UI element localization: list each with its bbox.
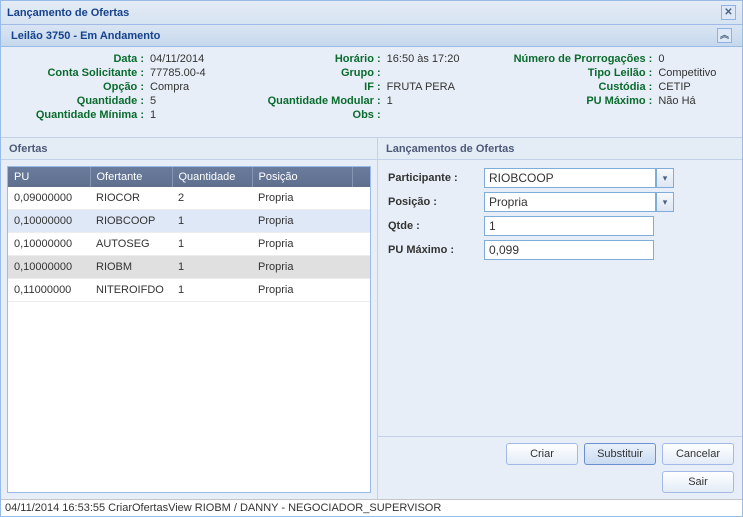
- substituir-button[interactable]: Substituir: [584, 443, 656, 465]
- status-bar: 04/11/2014 16:53:55 CriarOfertasView RIO…: [1, 499, 742, 516]
- ofertas-panel: Ofertas PU Ofertante Quantidade Posição …: [1, 137, 378, 499]
- col-spacer: [352, 167, 370, 187]
- table-row[interactable]: 0,09000000RIOCOR2Propria: [8, 187, 370, 210]
- posicao-dropdown-icon[interactable]: ▾: [656, 192, 674, 212]
- close-icon[interactable]: ✕: [721, 5, 736, 20]
- value-conta: 77785.00-4: [148, 67, 247, 79]
- label-participante: Participante :: [388, 172, 484, 184]
- cell-quantidade: 1: [172, 210, 252, 233]
- criar-button[interactable]: Criar: [506, 443, 578, 465]
- table-row[interactable]: 0,11000000NITEROIFDO1Propria: [8, 279, 370, 302]
- label-tipo: Tipo Leilão :: [496, 67, 656, 79]
- label-prorrog: Número de Prorrogações :: [496, 53, 656, 65]
- label-qtde: Qtde :: [388, 220, 484, 232]
- table-header-row: PU Ofertante Quantidade Posição: [8, 167, 370, 187]
- value-qtdmod: 1: [385, 95, 489, 107]
- value-qtdmin: 1: [148, 109, 247, 121]
- value-custodia: CETIP: [656, 81, 730, 93]
- pumax-input[interactable]: [484, 240, 654, 260]
- cell-posicao: Propria: [252, 279, 352, 302]
- sub-title: Leilão 3750 - Em Andamento: [11, 30, 160, 42]
- col-quantidade[interactable]: Quantidade: [172, 167, 252, 187]
- label-pumax-form: PU Máximo :: [388, 244, 484, 256]
- dialog-window: Lançamento de Ofertas ✕ Leilão 3750 - Em…: [0, 0, 743, 517]
- form-area: Participante : ▾ Posição : ▾ Qtde :: [378, 160, 742, 272]
- cancelar-button[interactable]: Cancelar: [662, 443, 734, 465]
- cell-posicao: Propria: [252, 187, 352, 210]
- cell-pu: 0,10000000: [8, 256, 90, 279]
- cell-quantidade: 1: [172, 279, 252, 302]
- value-horario: 16:50 às 17:20: [385, 53, 489, 65]
- cell-quantidade: 1: [172, 256, 252, 279]
- button-bar: Criar Substituir Cancelar: [378, 436, 742, 471]
- ofertas-title: Ofertas: [1, 138, 377, 160]
- lancamentos-panel: Lançamentos de Ofertas Participante : ▾ …: [378, 137, 742, 499]
- cell-ofertante: RIOBCOOP: [90, 210, 172, 233]
- posicao-input[interactable]: [484, 192, 656, 212]
- title-bar: Lançamento de Ofertas ✕: [1, 1, 742, 25]
- label-qtdmod: Quantidade Modular :: [255, 95, 385, 107]
- table-row[interactable]: 0,10000000RIOBM1Propria: [8, 256, 370, 279]
- cell-quantidade: 1: [172, 233, 252, 256]
- col-pu[interactable]: PU: [8, 167, 90, 187]
- label-conta: Conta Solicitante :: [13, 67, 148, 79]
- value-tipo: Competitivo: [656, 67, 730, 79]
- col-ofertante[interactable]: Ofertante: [90, 167, 172, 187]
- participante-dropdown-icon[interactable]: ▾: [656, 168, 674, 188]
- label-data: Data :: [13, 53, 148, 65]
- value-obs: [385, 109, 489, 121]
- value-opcao: Compra: [148, 81, 247, 93]
- cell-pu: 0,10000000: [8, 233, 90, 256]
- cell-ofertante: AUTOSEG: [90, 233, 172, 256]
- value-if: FRUTA PERA: [385, 81, 489, 93]
- cell-posicao: Propria: [252, 210, 352, 233]
- mid-area: Ofertas PU Ofertante Quantidade Posição …: [1, 137, 742, 499]
- info-panel: Data :04/11/2014 Horário :16:50 às 17:20…: [1, 47, 742, 137]
- label-custodia: Custódia :: [496, 81, 656, 93]
- window-title: Lançamento de Ofertas: [7, 7, 129, 19]
- value-grupo: [385, 67, 489, 79]
- label-horario: Horário :: [255, 53, 385, 65]
- label-if: IF :: [255, 81, 385, 93]
- sair-button[interactable]: Sair: [662, 471, 734, 493]
- cell-pu: 0,11000000: [8, 279, 90, 302]
- value-prorrog: 0: [656, 53, 730, 65]
- label-obs: Obs :: [255, 109, 385, 121]
- cell-ofertante: NITEROIFDO: [90, 279, 172, 302]
- cell-posicao: Propria: [252, 233, 352, 256]
- value-qtd: 5: [148, 95, 247, 107]
- ofertas-grid: PU Ofertante Quantidade Posição 0,090000…: [7, 166, 371, 493]
- label-grupo: Grupo :: [255, 67, 385, 79]
- lancamentos-title: Lançamentos de Ofertas: [378, 138, 742, 160]
- cell-ofertante: RIOBM: [90, 256, 172, 279]
- value-pumax: Não Há: [656, 95, 730, 107]
- participante-input[interactable]: [484, 168, 656, 188]
- cell-posicao: Propria: [252, 256, 352, 279]
- sub-header: Leilão 3750 - Em Andamento ︽: [1, 25, 742, 47]
- qtde-input[interactable]: [484, 216, 654, 236]
- col-posicao[interactable]: Posição: [252, 167, 352, 187]
- table-row[interactable]: 0,10000000AUTOSEG1Propria: [8, 233, 370, 256]
- value-data: 04/11/2014: [148, 53, 247, 65]
- label-qtd: Quantidade :: [13, 95, 148, 107]
- label-opcao: Opção :: [13, 81, 148, 93]
- collapse-icon[interactable]: ︽: [717, 28, 732, 43]
- cell-pu: 0,10000000: [8, 210, 90, 233]
- label-pumax: PU Máximo :: [496, 95, 656, 107]
- cell-quantidade: 2: [172, 187, 252, 210]
- cell-pu: 0,09000000: [8, 187, 90, 210]
- label-qtdmin: Quantidade Mínima :: [13, 109, 148, 121]
- label-posicao: Posição :: [388, 196, 484, 208]
- table-row[interactable]: 0,10000000RIOBCOOP1Propria: [8, 210, 370, 233]
- cell-ofertante: RIOCOR: [90, 187, 172, 210]
- button-bar-2: Sair: [378, 471, 742, 499]
